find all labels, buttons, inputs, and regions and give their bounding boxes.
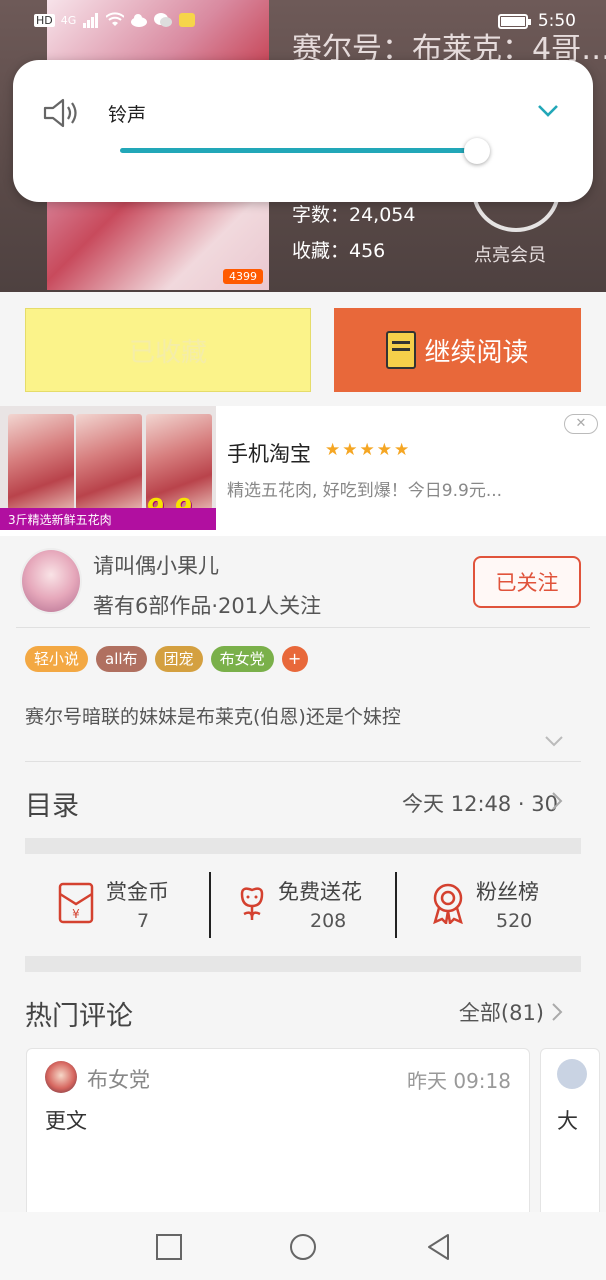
comment-username[interactable]: 布女党 bbox=[87, 1064, 150, 1094]
section-separator bbox=[25, 956, 581, 972]
signal-icon bbox=[83, 13, 99, 28]
comment-card[interactable]: 布女党 昨天 09:18 更文 bbox=[26, 1048, 530, 1218]
tag[interactable]: 布女党 bbox=[210, 646, 274, 672]
app-notification-icon bbox=[179, 13, 196, 27]
divider bbox=[395, 872, 397, 938]
recent-apps-icon[interactable] bbox=[154, 1232, 184, 1262]
avatar[interactable] bbox=[45, 1061, 77, 1093]
stat-label: 粉丝榜 bbox=[476, 880, 539, 904]
add-tag-button[interactable]: + bbox=[281, 646, 308, 672]
tag-list: 轻小说 all布 团宠 布女党 + bbox=[25, 646, 308, 672]
author-avatar[interactable] bbox=[20, 548, 82, 614]
stat-label: 赏金币 bbox=[106, 880, 169, 904]
comment-card[interactable]: 大 bbox=[540, 1048, 600, 1218]
system-nav-bar bbox=[0, 1212, 606, 1280]
ad-title: 手机淘宝 bbox=[227, 442, 311, 466]
word-count: 字数：24,054 bbox=[292, 204, 416, 226]
wifi-icon bbox=[106, 12, 125, 26]
book-icon bbox=[386, 331, 417, 369]
chevron-right-icon[interactable] bbox=[551, 791, 563, 811]
author-name[interactable]: 请叫偶小果儿 bbox=[93, 550, 219, 580]
wechat-icon bbox=[154, 13, 173, 27]
catalog-update-info[interactable]: 今天 12:48 · 30 bbox=[402, 788, 558, 818]
chevron-right-icon[interactable] bbox=[551, 1002, 563, 1022]
ad-image[interactable]: 9.9 元起 3斤精选新鲜五花肉 bbox=[0, 406, 216, 530]
stat-label: 免费送花 bbox=[278, 880, 362, 904]
tag[interactable]: all布 bbox=[96, 646, 147, 672]
volume-slider-track[interactable] bbox=[120, 148, 477, 153]
tag[interactable]: 团宠 bbox=[154, 646, 203, 672]
vip-label[interactable]: 点亮会员 bbox=[474, 241, 546, 267]
action-bar: 已收藏 继续阅读 bbox=[0, 292, 606, 406]
chevron-down-icon[interactable] bbox=[533, 98, 563, 122]
hd-indicator: HD bbox=[34, 13, 55, 27]
volume-slider-thumb[interactable] bbox=[464, 138, 490, 164]
comment-text: 大 bbox=[557, 1109, 578, 1133]
flower-icon bbox=[240, 887, 264, 920]
author-row[interactable]: 请叫偶小果儿 著有6部作品·201人关注 已关注 bbox=[0, 536, 606, 626]
cover-badge: 4399 bbox=[223, 269, 263, 284]
ad-rating-stars: ★★★★★ bbox=[325, 440, 412, 460]
follow-button[interactable]: 已关注 bbox=[473, 556, 581, 608]
continue-reading-button[interactable]: 继续阅读 bbox=[334, 308, 581, 392]
ringtone-label: 铃声 bbox=[108, 104, 147, 126]
volume-panel: 铃声 bbox=[13, 60, 593, 202]
status-bar: HD 4G 5:50 bbox=[0, 0, 606, 46]
divider bbox=[16, 627, 590, 628]
stat-value: 7 bbox=[137, 910, 150, 932]
free-flower-stat[interactable]: 免费送花 208 bbox=[230, 872, 390, 938]
catalog-title[interactable]: 目录 bbox=[25, 784, 79, 823]
speaker-icon[interactable] bbox=[41, 96, 81, 130]
back-icon[interactable] bbox=[424, 1232, 454, 1262]
comment-text: 更文 bbox=[45, 1109, 87, 1133]
ad-image-caption: 3斤精选新鲜五花肉 bbox=[0, 508, 216, 530]
clock: 5:50 bbox=[537, 11, 576, 31]
ad-description: 精选五花肉, 好吃到爆！今日9.9元... bbox=[227, 481, 503, 501]
medal-icon bbox=[433, 883, 463, 924]
red-envelope-icon: ¥ bbox=[58, 882, 94, 924]
network-type: 4G bbox=[60, 13, 77, 27]
author-stats: 著有6部作品·201人关注 bbox=[93, 594, 322, 618]
all-comments-link[interactable]: 全部(81) bbox=[459, 997, 544, 1027]
comment-time: 昨天 09:18 bbox=[407, 1069, 511, 1093]
ad-close-button[interactable]: ✕ bbox=[564, 414, 598, 434]
battery-icon bbox=[497, 13, 531, 29]
ad-meat-image bbox=[76, 414, 142, 510]
fan-ranking-stat[interactable]: 粉丝榜 520 bbox=[426, 872, 576, 938]
book-intro[interactable]: 赛尔号暗联的妹妹是布莱克(伯恩)还是个妹控 bbox=[25, 702, 401, 729]
ad-banner[interactable]: 9.9 元起 3斤精选新鲜五花肉 手机淘宝 ★★★★★ 精选五花肉, 好吃到爆！… bbox=[0, 406, 606, 536]
avatar[interactable] bbox=[557, 1059, 587, 1089]
reward-coin-stat[interactable]: ¥ 赏金币 7 bbox=[54, 872, 204, 938]
hot-comments-title: 热门评论 bbox=[25, 1001, 133, 1032]
stat-value: 208 bbox=[310, 910, 347, 932]
divider bbox=[209, 872, 211, 938]
stat-value: 520 bbox=[496, 910, 533, 932]
favorite-count: 收藏：456 bbox=[292, 240, 386, 262]
favorited-button[interactable]: 已收藏 bbox=[25, 308, 311, 392]
tag[interactable]: 轻小说 bbox=[25, 646, 89, 672]
home-icon[interactable] bbox=[288, 1232, 318, 1262]
ad-meat-image bbox=[8, 414, 74, 510]
section-separator bbox=[25, 838, 581, 854]
chevron-down-icon[interactable] bbox=[543, 734, 565, 748]
cloud-icon bbox=[131, 14, 148, 27]
svg-text:¥: ¥ bbox=[72, 907, 80, 921]
continue-reading-label: 继续阅读 bbox=[424, 337, 529, 368]
divider bbox=[25, 761, 581, 762]
